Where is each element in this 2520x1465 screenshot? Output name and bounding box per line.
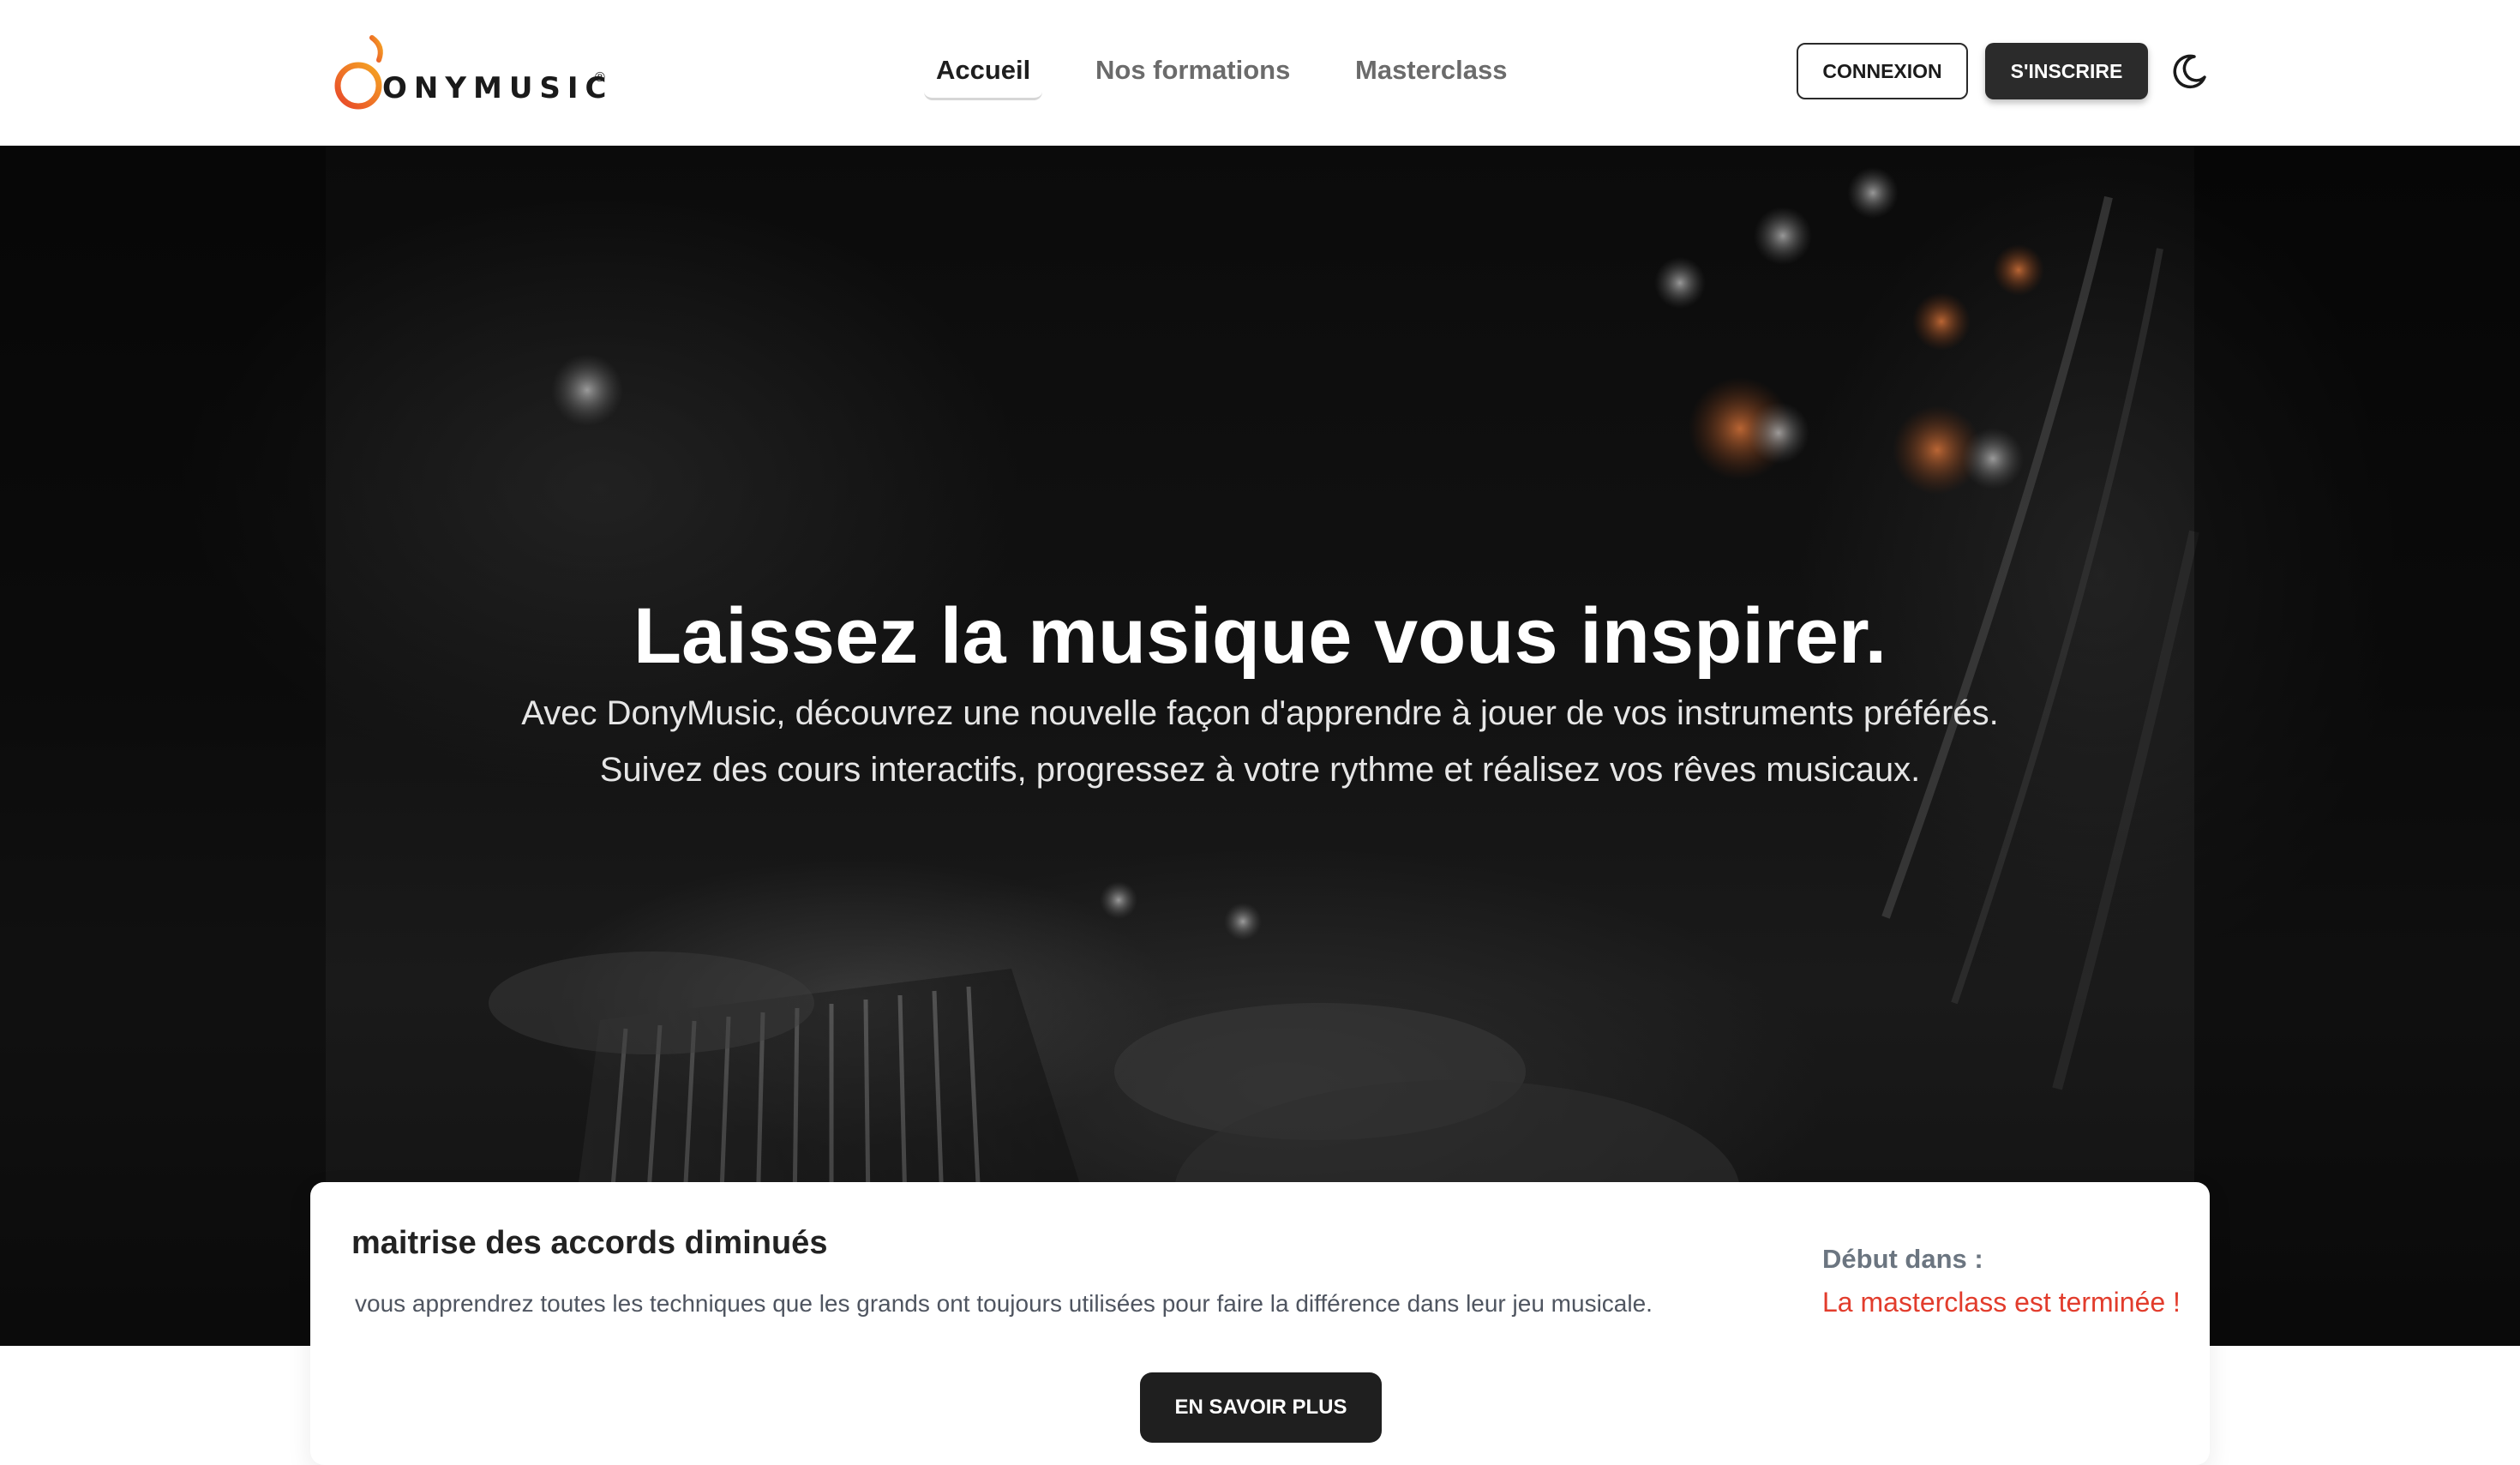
signup-button[interactable]: S'INSCRIRE [1985, 43, 2148, 99]
site-header: ONYMUSIC ® Accueil Nos formations Master… [0, 0, 2520, 146]
hero-title: Laissez la musique vous inspirer. [633, 592, 1887, 680]
masterclass-title: maitrise des accords diminués [351, 1225, 828, 1261]
nav-item-nos-formations[interactable]: Nos formations [1095, 53, 1290, 87]
learn-more-button[interactable]: EN SAVOIR PLUS [1140, 1372, 1382, 1443]
moon-icon[interactable] [2169, 51, 2210, 93]
hero-subtitle-line-1: Avec DonyMusic, découvrez une nouvelle f… [521, 694, 1999, 732]
masterclass-card: maitrise des accords diminués vous appre… [310, 1182, 2210, 1465]
hero-subtitle-line-2: Suivez des cours interactifs, progressez… [599, 751, 1921, 789]
masterclass-description: vous apprendrez toutes les techniques qu… [355, 1290, 1653, 1317]
nav-item-accueil[interactable]: Accueil [924, 53, 1043, 100]
countdown-label: Début dans : [1822, 1244, 1983, 1274]
nav-item-masterclass[interactable]: Masterclass [1355, 53, 1508, 87]
login-button[interactable]: CONNEXION [1797, 43, 1968, 99]
countdown-status: La masterclass est terminée ! [1822, 1287, 2181, 1318]
hero-section: Laissez la musique vous inspirer. Avec D… [0, 146, 2520, 1346]
